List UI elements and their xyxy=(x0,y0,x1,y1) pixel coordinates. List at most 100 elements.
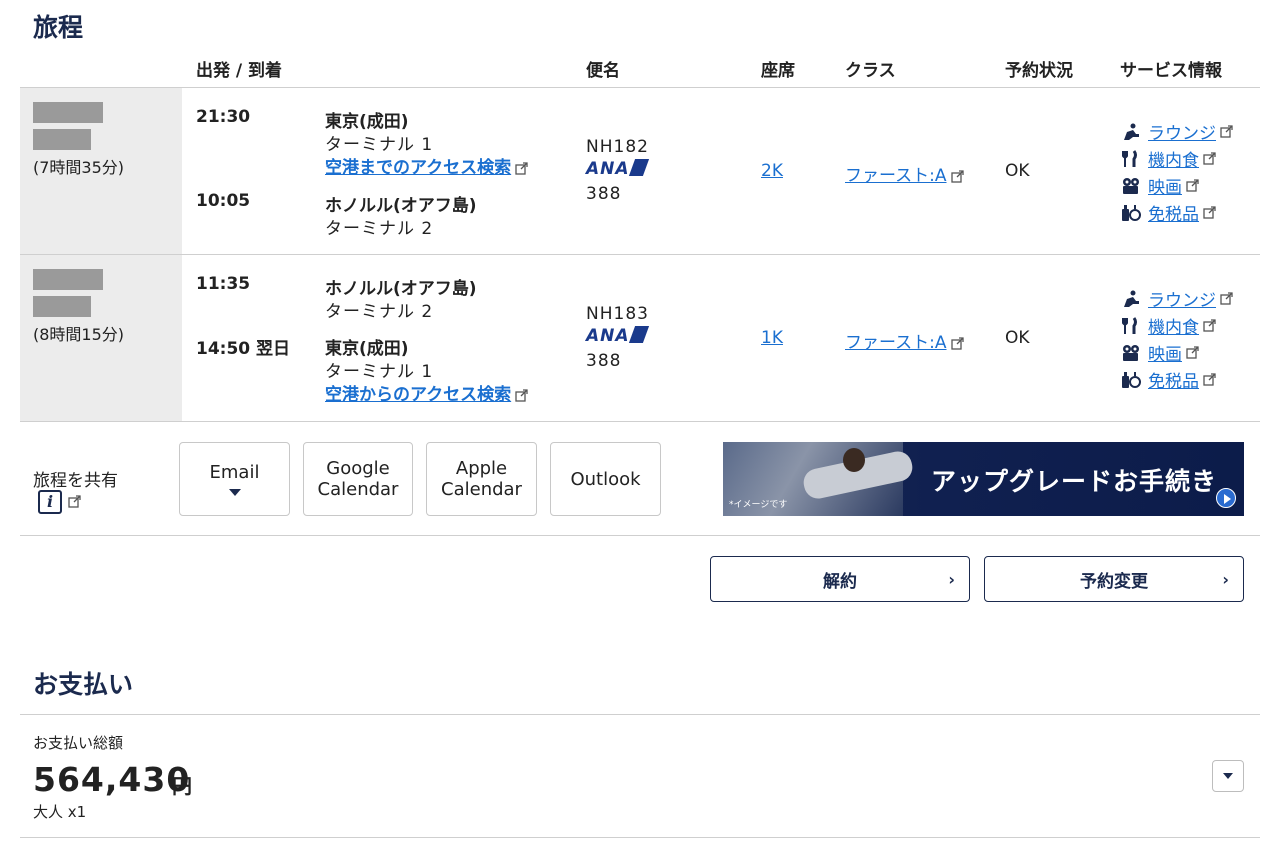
col-services: サービス情報 xyxy=(1120,61,1222,81)
external-link-icon xyxy=(950,336,964,350)
external-link-icon xyxy=(1203,319,1216,332)
info-icon[interactable]: i xyxy=(38,490,62,514)
redacted-date xyxy=(33,269,103,290)
arrival-time: 14:50 翌日 xyxy=(196,339,291,359)
share-google-calendar-button[interactable]: Google Calendar xyxy=(303,442,413,516)
share-apple-calendar-button[interactable]: Apple Calendar xyxy=(426,442,537,516)
cancel-booking-label: 解約 xyxy=(823,571,857,592)
external-link-icon xyxy=(1203,206,1216,219)
outlook-label: Outlook xyxy=(570,468,641,490)
chevron-down-icon xyxy=(1223,773,1233,779)
flight-number: NH182 xyxy=(586,137,649,157)
change-booking-label: 予約変更 xyxy=(1080,571,1148,592)
departure-terminal: ターミナル 1 xyxy=(325,135,434,155)
aircraft-type: 388 xyxy=(586,351,622,371)
payment-currency: 円 xyxy=(172,774,192,798)
external-link-icon xyxy=(515,161,528,175)
departure-airport: ホノルル(オアフ島) xyxy=(325,279,477,299)
external-link-icon xyxy=(1203,152,1216,165)
col-dep-arr: 出発 / 到着 xyxy=(196,61,283,81)
arrival-airport: 東京(成田) xyxy=(325,339,409,359)
service-meal-link[interactable]: 機内食 xyxy=(1120,146,1216,171)
service-lounge-link[interactable]: ラウンジ xyxy=(1120,286,1233,311)
redacted-date xyxy=(33,296,91,317)
departure-time: 21:30 xyxy=(196,107,251,127)
service-movie-label[interactable]: 映画 xyxy=(1148,173,1182,198)
banner-passenger-head xyxy=(843,448,865,472)
service-movie-label[interactable]: 映画 xyxy=(1148,340,1182,365)
departure-airport: 東京(成田) xyxy=(325,112,409,132)
redacted-date xyxy=(33,102,103,123)
arrival-time: 10:05 xyxy=(196,191,251,211)
service-dutyfree-link[interactable]: 免税品 xyxy=(1120,200,1216,225)
divider xyxy=(20,714,1260,715)
airport-access-link[interactable]: 空港からのアクセス検索 xyxy=(325,380,528,405)
flight-duration: (7時間35分) xyxy=(33,158,125,177)
apple-label: Apple xyxy=(455,458,508,479)
seat-link[interactable]: 1K xyxy=(761,328,783,348)
service-meal-link[interactable]: 機内食 xyxy=(1120,313,1216,338)
divider xyxy=(20,254,1260,255)
class-label: ファースト:A xyxy=(845,166,947,186)
service-lounge-label[interactable]: ラウンジ xyxy=(1148,119,1216,144)
film-camera-icon xyxy=(1120,176,1142,196)
share-email-button[interactable]: Email xyxy=(179,442,290,516)
cancel-booking-button[interactable]: 解約 › xyxy=(710,556,970,602)
ana-logo: ANA xyxy=(586,326,649,346)
col-flight: 便名 xyxy=(586,61,620,81)
airport-access-link[interactable]: 空港までのアクセス検索 xyxy=(325,153,528,178)
class-link[interactable]: ファースト:A xyxy=(845,161,964,186)
class-link[interactable]: ファースト:A xyxy=(845,328,964,353)
payment-total-label: お支払い総額 xyxy=(33,734,124,752)
access-link-label: 空港からのアクセス検索 xyxy=(325,385,512,405)
share-email-label: Email xyxy=(209,462,260,483)
departure-terminal: ターミナル 2 xyxy=(325,302,434,322)
arrival-airport: ホノルル(オアフ島) xyxy=(325,196,477,216)
ana-logo-mark xyxy=(628,326,649,343)
payment-expand-button[interactable] xyxy=(1212,760,1244,792)
chevron-right-icon: › xyxy=(1222,570,1229,589)
col-class: クラス xyxy=(845,61,896,81)
service-meal-label[interactable]: 機内食 xyxy=(1148,313,1199,338)
change-booking-button[interactable]: 予約変更 › xyxy=(984,556,1244,602)
external-link-icon xyxy=(1203,373,1216,386)
duty-free-bottle-icon xyxy=(1120,370,1142,390)
chevron-down-icon xyxy=(228,489,241,496)
arrival-terminal: ターミナル 2 xyxy=(325,219,434,239)
access-link-label: 空港までのアクセス検索 xyxy=(325,158,512,178)
ana-logo: ANA xyxy=(586,159,649,179)
fork-knife-icon xyxy=(1120,316,1142,336)
seat-link[interactable]: 2K xyxy=(761,161,783,181)
itinerary-title: 旅程 xyxy=(33,13,84,42)
divider xyxy=(20,421,1260,422)
service-dutyfree-label[interactable]: 免税品 xyxy=(1148,367,1199,392)
upgrade-banner[interactable]: *イメージです アップグレードお手続き xyxy=(723,442,1244,516)
aircraft-type: 388 xyxy=(586,184,622,204)
external-link-icon xyxy=(1220,292,1233,305)
service-dutyfree-link[interactable]: 免税品 xyxy=(1120,367,1216,392)
external-link-icon xyxy=(1186,179,1199,192)
external-link-icon xyxy=(68,495,81,508)
share-outlook-button[interactable]: Outlook xyxy=(550,442,661,516)
payment-total-amount: 564,430 xyxy=(33,760,191,799)
service-lounge-label[interactable]: ラウンジ xyxy=(1148,286,1216,311)
service-lounge-link[interactable]: ラウンジ xyxy=(1120,119,1233,144)
service-dutyfree-label[interactable]: 免税品 xyxy=(1148,200,1199,225)
play-arrow-icon xyxy=(1216,488,1236,508)
service-movie-link[interactable]: 映画 xyxy=(1120,173,1199,198)
external-link-icon xyxy=(1186,346,1199,359)
col-seat: 座席 xyxy=(761,61,795,81)
departure-time: 11:35 xyxy=(196,274,251,294)
flight-number: NH183 xyxy=(586,304,649,324)
service-movie-link[interactable]: 映画 xyxy=(1120,340,1199,365)
lounge-seat-icon xyxy=(1120,122,1142,142)
banner-title: アップグレードお手続き xyxy=(931,467,1218,496)
col-status: 予約状況 xyxy=(1005,61,1073,81)
service-meal-label[interactable]: 機内食 xyxy=(1148,146,1199,171)
ana-logo-text: ANA xyxy=(586,326,630,346)
ana-logo-text: ANA xyxy=(586,159,630,179)
arrival-terminal: ターミナル 1 xyxy=(325,362,434,382)
redacted-date xyxy=(33,129,91,150)
divider xyxy=(20,87,1260,88)
booking-status: OK xyxy=(1005,161,1030,181)
